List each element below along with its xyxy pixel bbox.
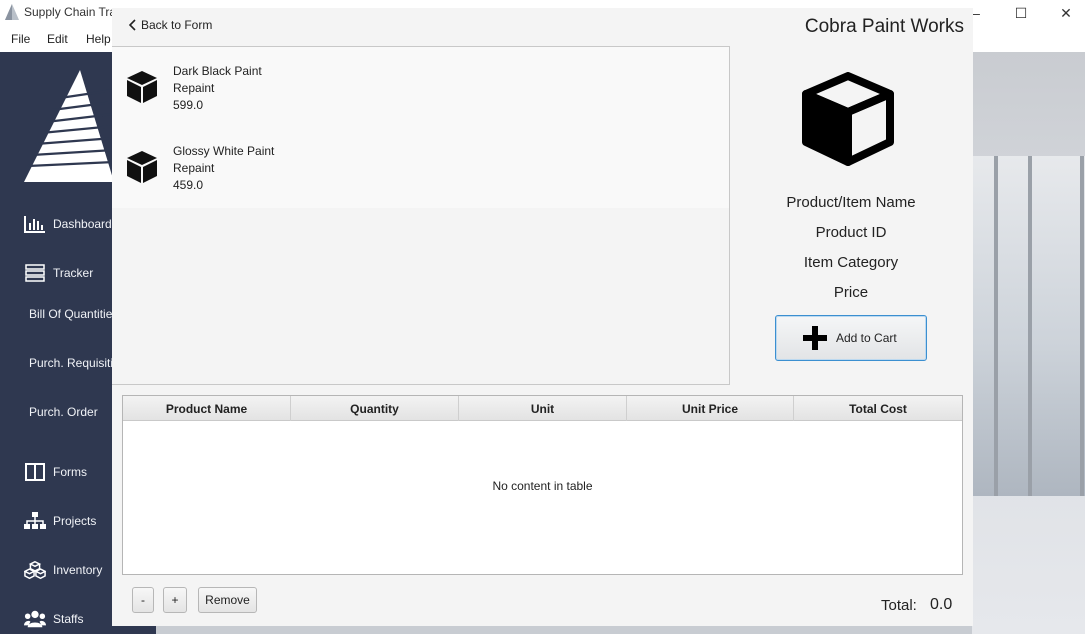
sidebar-item-label: Bill Of Quantitie [29,307,113,321]
total-value: 0.0 [930,596,953,613]
sidebar-item-label: Forms [53,465,87,479]
users-icon [24,608,46,630]
total-label: Total: [881,597,917,614]
product-name: Dark Black Paint [173,64,262,78]
column-header-unit-price[interactable]: Unit Price [627,396,794,421]
back-link-label: Back to Form [141,18,213,32]
table-empty-message: No content in table [492,479,593,493]
chevron-left-icon [129,19,136,31]
product-item[interactable]: Glossy White Paint Repaint 459.0 [112,127,729,207]
sidebar-item-label: Dashboard [53,217,112,231]
menu-file[interactable]: File [11,32,30,46]
product-selection-dialog: Back to Form Cobra Paint Works Dark Blac… [112,8,973,626]
product-price: 599.0 [173,98,204,112]
sidebar-item-label: Projects [53,514,97,528]
product-rows: Dark Black Paint Repaint 599.0 Glossy Wh… [112,47,729,208]
app-logo-icon [5,4,19,20]
column-header-product-name[interactable]: Product Name [123,396,291,421]
sidebar-item-label: Staffs [53,612,84,626]
background-image [972,52,1085,634]
server-icon [24,262,46,284]
remove-button[interactable]: Remove [198,587,257,613]
bar-chart-icon [24,213,46,235]
window-mullion [994,156,998,496]
product-category: Repaint [173,81,215,95]
plus-icon [803,326,827,350]
cube-icon [127,71,157,103]
column-header-total-cost[interactable]: Total Cost [794,396,962,421]
maximize-button[interactable]: ☐ [998,0,1044,26]
add-to-cart-button[interactable]: Add to Cart [775,315,927,361]
window-mullion [1028,156,1032,496]
sidebar-item-label: Tracker [53,266,94,280]
sidebar-item-label: Inventory [53,563,103,577]
shop-name: Cobra Paint Works [804,16,964,37]
column-header-quantity[interactable]: Quantity [291,396,459,421]
cube-icon [127,151,157,183]
background-floor [156,626,972,634]
product-name: Glossy White Paint [173,144,275,158]
increase-quantity-button[interactable]: + [163,587,187,613]
product-item[interactable]: Dark Black Paint Repaint 599.0 [112,47,729,127]
column-header-unit[interactable]: Unit [459,396,627,421]
add-to-cart-label: Add to Cart [836,331,897,345]
detail-product-name: Product/Item Name [786,194,916,211]
table-header: Product Name Quantity Unit Unit Price To… [123,396,962,421]
detail-price: Price [833,284,869,301]
detail-product-id: Product ID [815,224,887,241]
product-price: 459.0 [173,178,204,192]
company-logo [24,70,114,182]
sidebar-item-label: Purch. Requisitio [29,356,120,370]
detail-item-category: Item Category [803,254,899,271]
menu-edit[interactable]: Edit [47,32,68,46]
window-title: Supply Chain Tra [24,5,117,19]
product-cube-icon [802,72,894,166]
menu-help[interactable]: Help [86,32,111,46]
cubes-icon [24,559,46,581]
back-to-form-link[interactable]: Back to Form [129,18,212,32]
cart-table[interactable]: Product Name Quantity Unit Unit Price To… [122,395,963,575]
close-button[interactable]: ✕ [1043,0,1085,26]
product-list[interactable]: Dark Black Paint Repaint 599.0 Glossy Wh… [112,46,730,385]
product-category: Repaint [173,161,215,175]
decrease-quantity-button[interactable]: - [132,587,154,613]
columns-icon [24,461,46,483]
sidebar-item-label: Purch. Order [29,405,98,419]
window-mullion [1080,156,1084,496]
sitemap-icon [24,510,46,532]
